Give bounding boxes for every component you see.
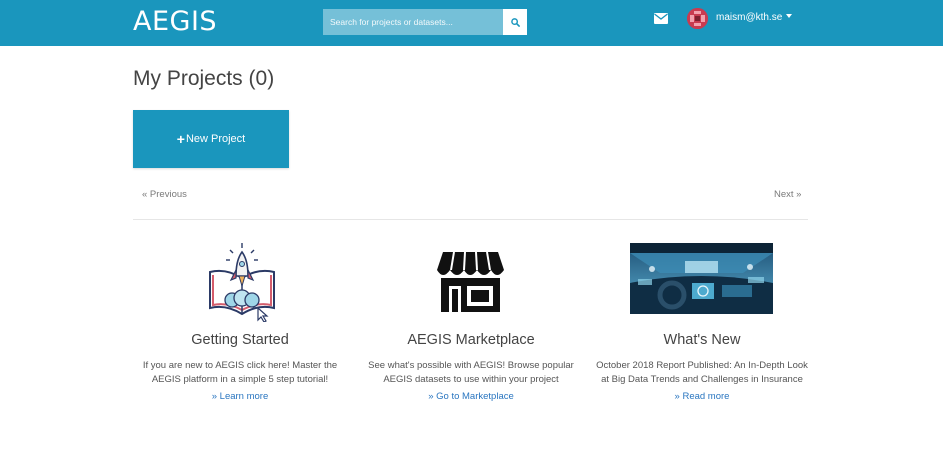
search-icon: [510, 17, 520, 27]
new-project-button[interactable]: + New Project: [133, 110, 289, 168]
next-page-link[interactable]: Next »: [774, 189, 801, 200]
user-email: maism@kth.se: [716, 12, 783, 23]
card-description: October 2018 Report Published: An In-Dep…: [596, 360, 808, 385]
card-title: Getting Started: [191, 332, 289, 348]
search-button[interactable]: [503, 9, 527, 35]
envelope-icon[interactable]: [654, 13, 668, 24]
new-project-label: New Project: [185, 133, 246, 145]
page-title: My Projects (0): [133, 67, 275, 90]
avatar[interactable]: [687, 8, 708, 29]
car-dashboard-image: [630, 243, 773, 314]
storefront-icon: [437, 252, 504, 312]
go-to-marketplace-link[interactable]: » Go to Marketplace: [361, 391, 581, 402]
previous-page-link[interactable]: « Previous: [142, 189, 187, 200]
search-input[interactable]: [323, 9, 503, 35]
card-description: If you are new to AEGIS click here! Mast…: [142, 360, 338, 385]
rocket-book-icon: [209, 243, 275, 322]
top-navbar: AEGIS maism@kth.se: [0, 0, 943, 46]
logo[interactable]: AEGIS: [133, 6, 217, 37]
read-more-link[interactable]: » Read more: [592, 391, 812, 402]
learn-more-link[interactable]: » Learn more: [130, 391, 350, 402]
divider: [133, 219, 808, 220]
plus-icon: +: [176, 131, 185, 147]
card-description: See what's possible with AEGIS! Browse p…: [368, 360, 574, 385]
card-title: What's New: [663, 332, 741, 348]
search-bar: [323, 9, 527, 35]
user-menu[interactable]: maism@kth.se: [716, 12, 793, 23]
card-title: AEGIS Marketplace: [407, 332, 535, 348]
chevron-down-icon: [786, 14, 793, 18]
